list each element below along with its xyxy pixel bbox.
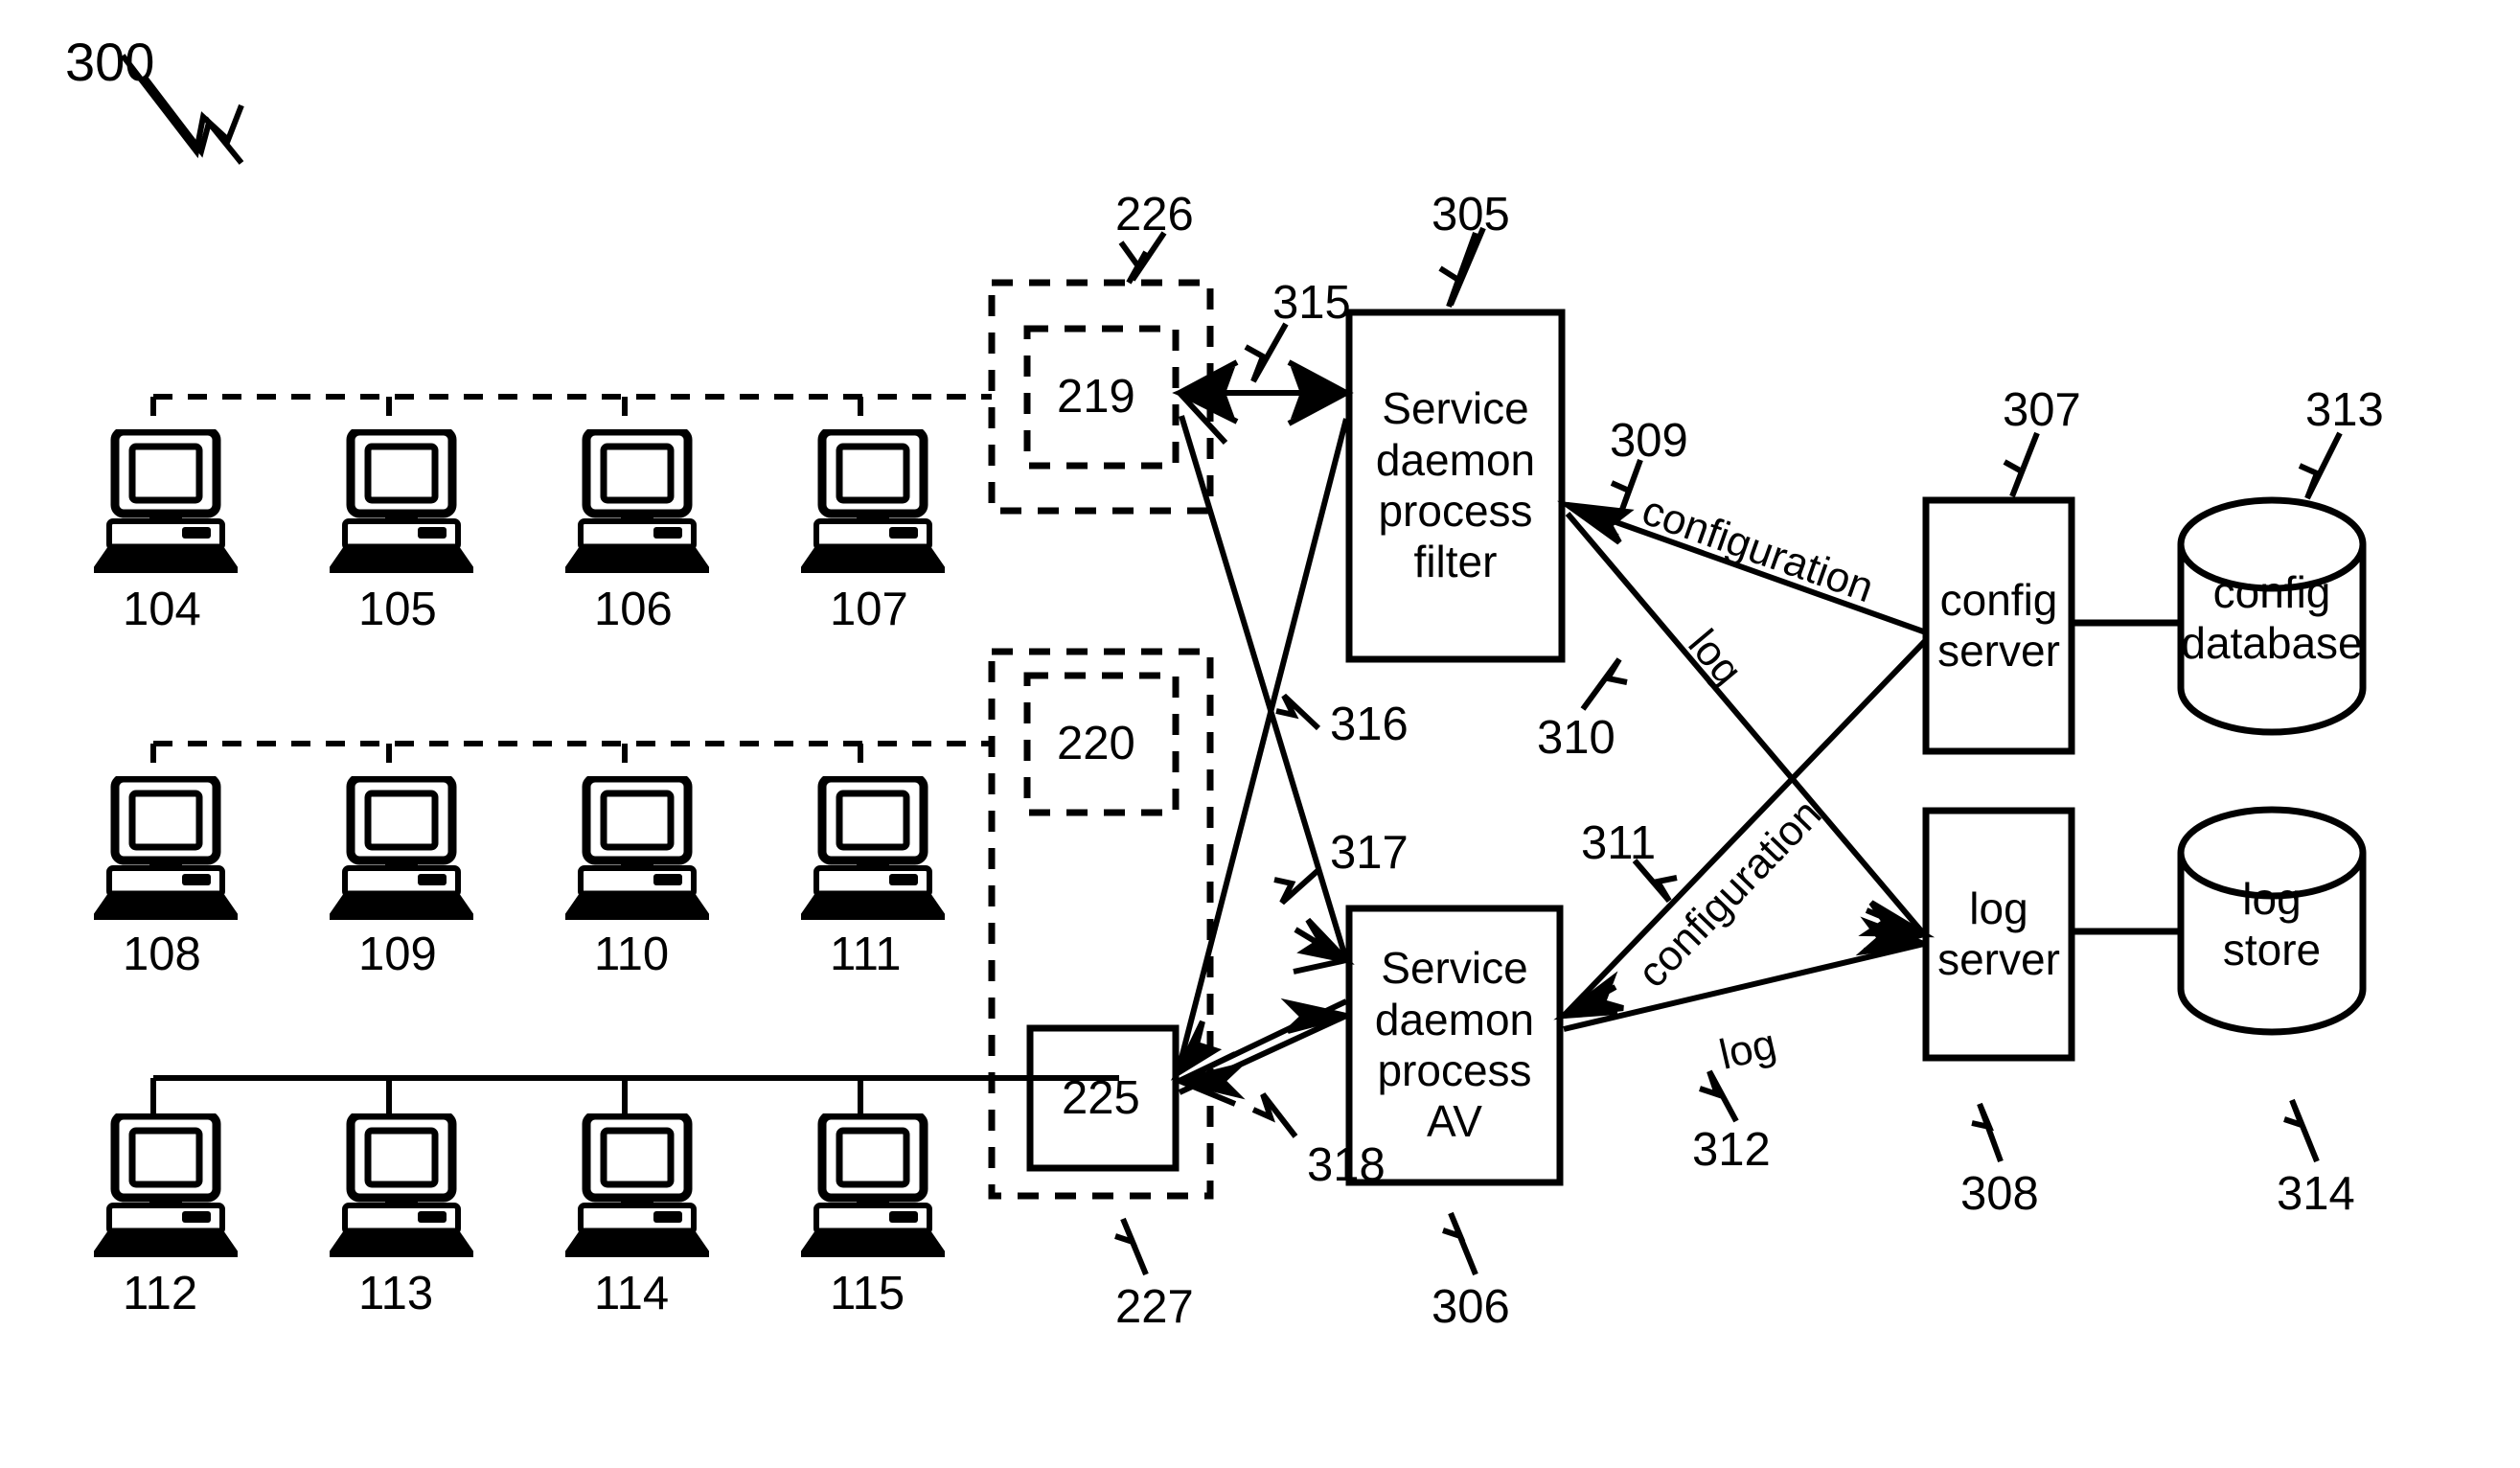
- bus-row-3: [150, 1075, 1122, 1113]
- log-store-text: log store: [2162, 853, 2382, 997]
- filter-line-1: Service: [1382, 383, 1529, 434]
- filter-line-2: daemon: [1375, 434, 1536, 485]
- ref-label-312: 312: [1692, 1124, 1771, 1176]
- ref-label-306: 306: [1432, 1281, 1510, 1333]
- arrow-316: [1170, 418, 1349, 1081]
- ref-label-307: 307: [2003, 384, 2081, 436]
- arrow-317: [1179, 415, 1355, 965]
- client-label-112: 112: [123, 1268, 198, 1319]
- av-line-4: AV: [1427, 1096, 1482, 1147]
- filter-line-4: filter: [1413, 537, 1498, 587]
- log-store-line-2: store: [2222, 925, 2322, 975]
- patent-figure-canvas: 300 104 105 106 107 108 109 110 111 112 …: [0, 0, 2520, 1468]
- config-db-line-1: config: [2212, 566, 2331, 617]
- node-label-225: 225: [1062, 1072, 1140, 1124]
- ref-label-317: 317: [1330, 827, 1409, 879]
- ref-label-311: 311: [1581, 817, 1657, 869]
- node-label-220: 220: [1057, 718, 1135, 769]
- log-server-line-1: log: [1969, 883, 2028, 933]
- config-server-line-1: config: [1939, 574, 2058, 625]
- arrow-312-log: [1563, 916, 1926, 1032]
- client-label-107: 107: [830, 584, 908, 635]
- group-label-227: 227: [1115, 1281, 1194, 1333]
- filter-line-3: process: [1378, 486, 1533, 536]
- config-db-line-2: database: [2181, 618, 2363, 668]
- node-label-219: 219: [1057, 371, 1135, 423]
- log-store-line-1: log: [2242, 873, 2302, 924]
- ref-label-315: 315: [1272, 277, 1351, 329]
- client-label-108: 108: [123, 929, 201, 980]
- ref-label-309: 309: [1610, 415, 1688, 467]
- ref-label-308: 308: [1960, 1168, 2039, 1220]
- process-filter-text: Service daemon process filter: [1349, 312, 1562, 659]
- client-label-111: 111: [830, 929, 902, 980]
- figure-number: 300: [65, 32, 155, 92]
- ref-label-316: 316: [1330, 699, 1409, 750]
- ref-label-310: 310: [1537, 712, 1615, 764]
- av-line-1: Service: [1381, 943, 1528, 994]
- ref-label-314: 314: [2277, 1168, 2355, 1220]
- client-label-110: 110: [594, 929, 670, 980]
- client-label-105: 105: [358, 584, 437, 635]
- bus-row-1: [150, 394, 992, 429]
- config-database-text: config database: [2162, 546, 2382, 690]
- av-line-3: process: [1377, 1045, 1532, 1095]
- client-label-109: 109: [358, 929, 437, 980]
- ref-label-318: 318: [1307, 1139, 1386, 1191]
- client-label-115: 115: [830, 1268, 905, 1319]
- group-label-226: 226: [1115, 189, 1194, 241]
- client-icons: [94, 431, 945, 1257]
- log-server-line-2: server: [1937, 934, 2060, 984]
- bus-row-2: [150, 741, 992, 776]
- av-line-2: daemon: [1374, 994, 1535, 1044]
- ref-label-305: 305: [1432, 189, 1510, 241]
- client-label-113: 113: [358, 1268, 434, 1319]
- client-label-104: 104: [123, 584, 201, 635]
- client-label-114: 114: [594, 1268, 670, 1319]
- config-server-line-2: server: [1937, 626, 2060, 676]
- client-label-106: 106: [594, 584, 673, 635]
- ref-label-313: 313: [2305, 384, 2384, 436]
- diagram-vector-layer: [0, 54, 2367, 1276]
- log-server-text: log server: [1926, 811, 2072, 1058]
- config-server-text: config server: [1926, 500, 2072, 751]
